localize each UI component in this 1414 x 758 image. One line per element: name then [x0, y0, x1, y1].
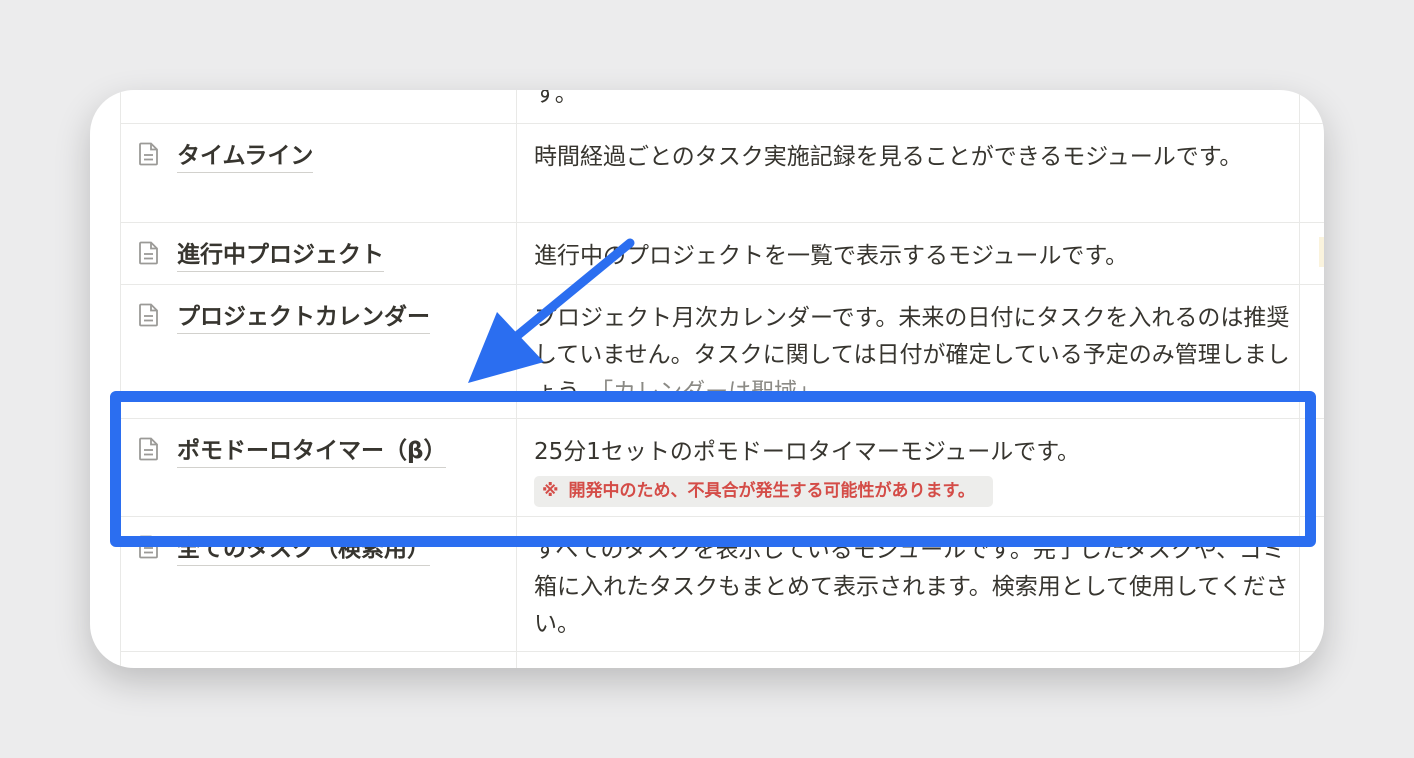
document-icon	[139, 303, 158, 327]
table-row[interactable]: タイムライン 時間経過ごとのタスク実施記録を見ることができるモジュールです。	[90, 123, 1324, 222]
partial-description-text: す。	[534, 90, 578, 107]
document-icon	[139, 241, 158, 265]
table-row[interactable]: 進行中プロジェクト 進行中のプロジェクトを一覧で表示するモジュールです。	[90, 222, 1324, 284]
highlight-annotation-box	[110, 391, 1316, 547]
row-divider	[120, 651, 1324, 652]
page-link-title[interactable]: タイムライン	[177, 141, 314, 173]
description-text: すべてのタスクを表示しているモジュールです。完了したタスクや、ゴミ箱に入れたタス…	[534, 537, 1289, 637]
description-text: 進行中のプロジェクトを一覧で表示するモジュールです。	[534, 243, 1129, 269]
page-link-title[interactable]: 進行中プロジェクト	[177, 240, 384, 272]
document-icon	[139, 142, 158, 166]
database-table-card: す。 タイムライン 時間経過ごとのタスク実施記録を見ることができるモジュールです…	[90, 90, 1324, 668]
description-text: 時間経過ごとのタスク実施記録を見ることができるモジュールです。	[534, 144, 1243, 170]
page-link-title[interactable]: プロジェクトカレンダー	[177, 302, 430, 334]
